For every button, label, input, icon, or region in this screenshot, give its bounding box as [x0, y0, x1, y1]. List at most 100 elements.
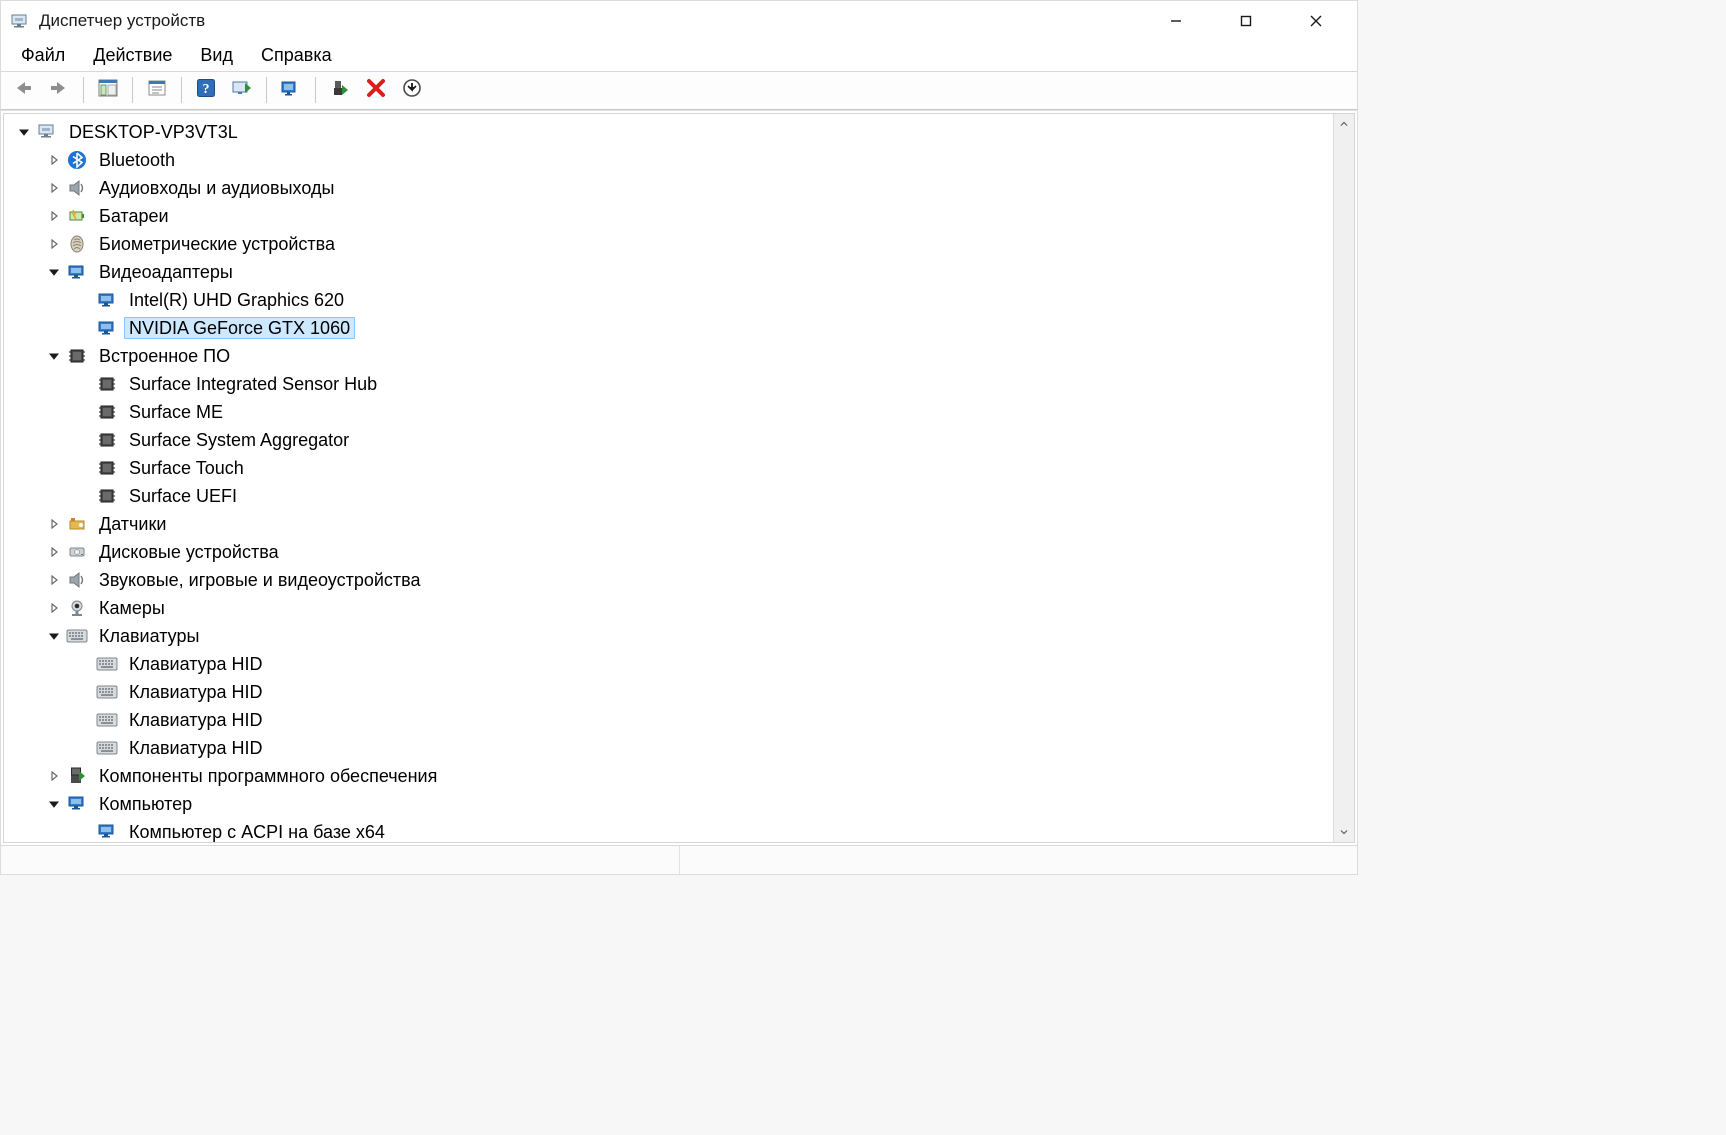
- scroll-track[interactable]: [1334, 134, 1354, 822]
- firmware-icon: [96, 373, 118, 395]
- tree-node-label: Батареи: [94, 205, 174, 227]
- tree-node[interactable]: Intel(R) UHD Graphics 620: [4, 286, 1333, 314]
- toolbar-uninstall-device-button[interactable]: [324, 76, 356, 104]
- toolbar-properties-button[interactable]: [141, 76, 173, 104]
- firmware-icon: [66, 345, 88, 367]
- tree-node[interactable]: Звуковые, игровые и видеоустройства: [4, 566, 1333, 594]
- properties-icon: [147, 79, 167, 102]
- statusbar-cell-1: [1, 846, 680, 874]
- menu-help[interactable]: Справка: [247, 42, 346, 69]
- tree-node[interactable]: Surface UEFI: [4, 482, 1333, 510]
- collapse-icon[interactable]: [46, 796, 62, 812]
- help-icon: ?: [196, 78, 216, 103]
- audio-icon: [66, 177, 88, 199]
- keyboard-icon: [96, 653, 118, 675]
- expand-icon[interactable]: [46, 572, 62, 588]
- tree-node[interactable]: Surface System Aggregator: [4, 426, 1333, 454]
- tree-node-label: Аудиовходы и аудиовыходы: [94, 177, 339, 199]
- tree-node-label: Surface System Aggregator: [124, 429, 354, 451]
- toolbar-scan-changes-button[interactable]: [396, 76, 428, 104]
- tree-node-label: Surface Touch: [124, 457, 249, 479]
- expand-icon[interactable]: [46, 516, 62, 532]
- device-tree[interactable]: DESKTOP-VP3VT3L Bluetooth Аудиовходы и ауд…: [4, 114, 1333, 842]
- tree-node[interactable]: Клавиатуры: [4, 622, 1333, 650]
- vertical-scrollbar[interactable]: [1333, 114, 1354, 842]
- tree-node-label: Дисковые устройства: [94, 541, 284, 563]
- arrow-left-icon: [12, 79, 34, 102]
- minimize-button[interactable]: [1141, 2, 1211, 40]
- collapse-icon[interactable]: [16, 124, 32, 140]
- tree-node[interactable]: Компоненты программного обеспечения: [4, 762, 1333, 790]
- scroll-up-arrow[interactable]: [1334, 114, 1354, 134]
- battery-icon: [66, 205, 88, 227]
- arrow-right-icon: [48, 79, 70, 102]
- camera-icon: [66, 597, 88, 619]
- menu-view[interactable]: Вид: [186, 42, 247, 69]
- expand-icon[interactable]: [46, 208, 62, 224]
- collapse-icon[interactable]: [46, 264, 62, 280]
- console-tree-icon: [98, 79, 118, 102]
- toolbar-separator: [181, 77, 182, 103]
- statusbar-cell-2: [680, 846, 1358, 874]
- collapse-icon[interactable]: [46, 348, 62, 364]
- collapse-icon[interactable]: [46, 628, 62, 644]
- toolbar-help-button[interactable]: ?: [190, 76, 222, 104]
- tree-node-label: Клавиатура HID: [124, 737, 268, 759]
- software-component-icon: [66, 765, 88, 787]
- tree-node[interactable]: Клавиатура HID: [4, 706, 1333, 734]
- keyboard-icon: [96, 709, 118, 731]
- tree-node-label: Bluetooth: [94, 149, 180, 171]
- toolbar-disable-device-button[interactable]: [360, 76, 392, 104]
- tree-node[interactable]: NVIDIA GeForce GTX 1060: [4, 314, 1333, 342]
- expand-icon[interactable]: [46, 236, 62, 252]
- tree-node-label: Компьютер с ACPI на базе x64: [124, 821, 390, 842]
- svg-text:?: ?: [203, 82, 210, 97]
- expand-icon[interactable]: [46, 544, 62, 560]
- tree-node[interactable]: Биометрические устройства: [4, 230, 1333, 258]
- tree-node-label: Surface ME: [124, 401, 228, 423]
- tree-node[interactable]: Клавиатура HID: [4, 734, 1333, 762]
- tree-node[interactable]: Клавиатура HID: [4, 650, 1333, 678]
- uninstall-icon: [330, 79, 350, 102]
- toolbar-update-driver-button[interactable]: [275, 76, 307, 104]
- tree-node[interactable]: Компьютер с ACPI на базе x64: [4, 818, 1333, 842]
- firmware-icon: [96, 485, 118, 507]
- expand-icon[interactable]: [46, 600, 62, 616]
- tree-node[interactable]: Видеоадаптеры: [4, 258, 1333, 286]
- tree-node-label: DESKTOP-VP3VT3L: [64, 121, 243, 143]
- tree-node[interactable]: Surface ME: [4, 398, 1333, 426]
- expand-icon[interactable]: [46, 768, 62, 784]
- tree-node-label: Surface Integrated Sensor Hub: [124, 373, 382, 395]
- tree-node-label: Intel(R) UHD Graphics 620: [124, 289, 349, 311]
- tree-node[interactable]: Аудиовходы и аудиовыходы: [4, 174, 1333, 202]
- menu-action[interactable]: Действие: [79, 42, 186, 69]
- toolbar-show-hide-tree-button[interactable]: [92, 76, 124, 104]
- tree-node[interactable]: Компьютер: [4, 790, 1333, 818]
- menu-file[interactable]: Файл: [7, 42, 79, 69]
- toolbar-separator: [83, 77, 84, 103]
- tree-node[interactable]: Дисковые устройства: [4, 538, 1333, 566]
- tree-node[interactable]: Камеры: [4, 594, 1333, 622]
- tree-node[interactable]: DESKTOP-VP3VT3L: [4, 118, 1333, 146]
- tree-node[interactable]: Surface Touch: [4, 454, 1333, 482]
- keyboard-icon: [66, 625, 88, 647]
- maximize-button[interactable]: [1211, 2, 1281, 40]
- tree-node-label: Камеры: [94, 597, 170, 619]
- close-button[interactable]: [1281, 2, 1351, 40]
- tree-node[interactable]: Surface Integrated Sensor Hub: [4, 370, 1333, 398]
- disable-icon: [366, 78, 386, 103]
- tree-node[interactable]: Bluetooth: [4, 146, 1333, 174]
- tree-node[interactable]: Клавиатура HID: [4, 678, 1333, 706]
- firmware-icon: [96, 457, 118, 479]
- toolbar-forward-button[interactable]: [43, 76, 75, 104]
- expand-icon[interactable]: [46, 152, 62, 168]
- scroll-down-arrow[interactable]: [1334, 822, 1354, 842]
- tree-node[interactable]: Батареи: [4, 202, 1333, 230]
- sensor-icon: [66, 513, 88, 535]
- expand-icon[interactable]: [46, 180, 62, 196]
- tree-node-label: Клавиатуры: [94, 625, 204, 647]
- toolbar-back-button[interactable]: [7, 76, 39, 104]
- toolbar-action-scan-button[interactable]: [226, 76, 258, 104]
- tree-node[interactable]: Датчики: [4, 510, 1333, 538]
- tree-node[interactable]: Встроенное ПО: [4, 342, 1333, 370]
